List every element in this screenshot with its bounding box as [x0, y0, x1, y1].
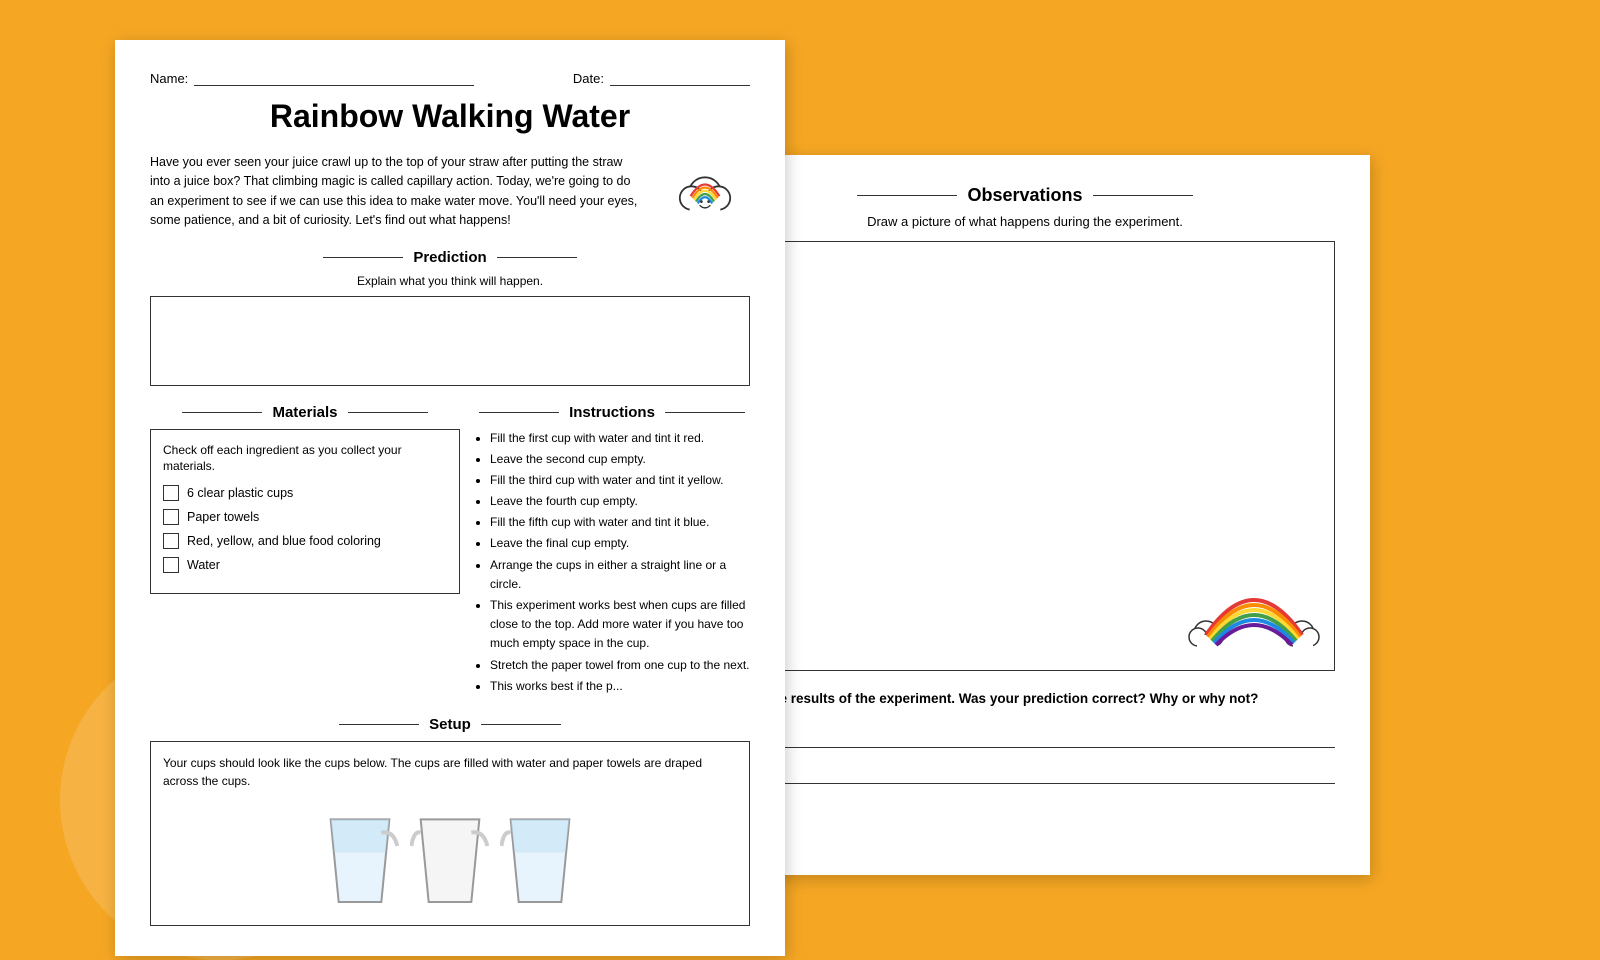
instruction-2: Leave the second cup empty.	[490, 450, 750, 469]
worksheet-page1: Name: Date: Rainbow Walking Water Have y…	[115, 40, 785, 956]
instruction-4: Leave the fourth cup empty.	[490, 492, 750, 511]
results-question: Explain the results of the experiment. W…	[715, 689, 1335, 710]
prediction-line-right	[497, 257, 577, 258]
material-item-3: Red, yellow, and blue food coloring	[163, 533, 447, 549]
material-label-1: 6 clear plastic cups	[187, 486, 293, 500]
materials-header: Materials	[150, 404, 460, 421]
prediction-subtitle: Explain what you think will happen.	[150, 274, 750, 288]
name-label: Name:	[150, 71, 188, 86]
collect-text: Check off each ingredient as you collect…	[163, 442, 447, 476]
page-title: Rainbow Walking Water	[150, 98, 750, 135]
name-date-row: Name: Date:	[150, 70, 750, 86]
intro-text: Have you ever seen your juice crawl up t…	[150, 153, 646, 231]
checkbox-3[interactable]	[163, 533, 179, 549]
checkbox-1[interactable]	[163, 485, 179, 501]
obs-line-right	[1093, 195, 1193, 196]
checkbox-2[interactable]	[163, 509, 179, 525]
cup-svg-1	[320, 806, 400, 913]
materials-box: Check off each ingredient as you collect…	[150, 429, 460, 595]
prediction-section: Prediction Explain what you think will h…	[150, 249, 750, 386]
material-item-2: Paper towels	[163, 509, 447, 525]
instructions-header: Instructions	[474, 404, 750, 421]
name-input-line[interactable]	[194, 70, 474, 86]
instructions-line-left	[479, 412, 559, 413]
prediction-header: Prediction	[150, 249, 750, 266]
materials-heading: Materials	[272, 404, 337, 421]
prediction-line-left	[323, 257, 403, 258]
answer-line-1[interactable]	[715, 724, 1335, 748]
setup-text: Your cups should look like the cups belo…	[163, 754, 737, 790]
prediction-box[interactable]	[150, 296, 750, 386]
instructions-section: Instructions Fill the first cup with wat…	[474, 404, 750, 698]
instruction-6: Leave the final cup empty.	[490, 534, 750, 553]
answer-line-2[interactable]	[715, 760, 1335, 784]
setup-line-left	[339, 724, 419, 725]
setup-header: Setup	[150, 716, 750, 733]
cup-svg-2	[410, 806, 490, 913]
obs-line-left	[857, 195, 957, 196]
date-field-group: Date:	[573, 70, 750, 86]
instruction-5: Fill the fifth cup with water and tint i…	[490, 513, 750, 532]
observations-header: Observations	[715, 185, 1335, 206]
material-label-2: Paper towels	[187, 510, 259, 524]
setup-line-right	[481, 724, 561, 725]
instruction-1: Fill the first cup with water and tint i…	[490, 429, 750, 448]
rainbow-decoration	[1184, 555, 1324, 660]
prediction-heading: Prediction	[413, 249, 486, 266]
instruction-9: Stretch the paper towel from one cup to …	[490, 656, 750, 675]
materials-line-left	[182, 412, 262, 413]
intro-section: Have you ever seen your juice crawl up t…	[150, 153, 750, 231]
materials-line-right	[348, 412, 428, 413]
materials-instructions-row: Materials Check off each ingredient as y…	[150, 404, 750, 698]
material-label-3: Red, yellow, and blue food coloring	[187, 534, 381, 548]
material-item-1: 6 clear plastic cups	[163, 485, 447, 501]
setup-section: Setup Your cups should look like the cup…	[150, 716, 750, 926]
instructions-line-right	[665, 412, 745, 413]
instruction-3: Fill the third cup with water and tint i…	[490, 471, 750, 490]
checkbox-4[interactable]	[163, 557, 179, 573]
instruction-8: This experiment works best when cups are…	[490, 596, 750, 654]
instructions-heading: Instructions	[569, 404, 655, 421]
date-label: Date:	[573, 71, 604, 86]
materials-section: Materials Check off each ingredient as y…	[150, 404, 460, 698]
instruction-7: Arrange the cups in either a straight li…	[490, 556, 750, 594]
cups-illustration	[163, 806, 737, 913]
instructions-list: Fill the first cup with water and tint i…	[474, 429, 750, 696]
setup-heading: Setup	[429, 716, 471, 733]
instruction-10: This works best if the p...	[490, 677, 750, 696]
name-field-group: Name:	[150, 70, 474, 86]
setup-box: Your cups should look like the cups belo…	[150, 741, 750, 926]
material-label-4: Water	[187, 558, 220, 572]
cup-svg-3	[500, 806, 580, 913]
observations-heading: Observations	[967, 185, 1082, 206]
date-input-line[interactable]	[610, 70, 750, 86]
rainbow-cloud-illustration	[660, 153, 750, 230]
material-item-4: Water	[163, 557, 447, 573]
draw-subtitle: Draw a picture of what happens during th…	[715, 214, 1335, 229]
observation-drawing-box[interactable]	[715, 241, 1335, 671]
